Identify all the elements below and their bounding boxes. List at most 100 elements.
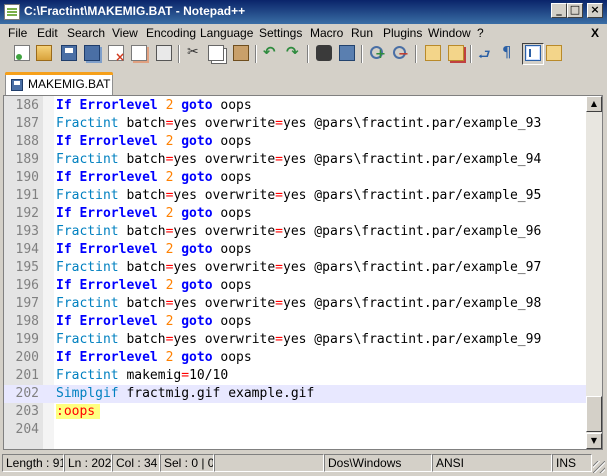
window-title: C:\Fractint\MAKEMIG.BAT - Notepad++ [24, 4, 246, 18]
cut-icon[interactable] [186, 44, 202, 61]
command: Fractint [56, 188, 119, 203]
menu-file[interactable]: File [8, 26, 27, 40]
code-line[interactable]: 195 Fractint batch=yes overwrite=yes @par… [4, 259, 586, 277]
menu-settings[interactable]: Settings [259, 26, 302, 40]
menu-encoding[interactable]: Encoding [146, 26, 196, 40]
code-line[interactable]: 203:oops [4, 403, 586, 421]
line-number: 192 [15, 206, 39, 221]
line-number: 190 [15, 170, 39, 185]
code-line[interactable]: 188 If Errorlevel 2 goto oops [4, 133, 586, 151]
code-line[interactable]: 202 Simplgif fractmig.gif example.gif [4, 385, 586, 403]
menu-macro[interactable]: Macro [310, 26, 343, 40]
scroll-up-arrow-icon[interactable]: ▲ [586, 96, 602, 112]
scroll-down-arrow-icon[interactable]: ▼ [586, 433, 602, 449]
operator: = [275, 188, 283, 203]
vertical-scrollbar[interactable]: ▲ ▼ [586, 96, 602, 449]
menu-language[interactable]: Language [200, 26, 253, 40]
identifier: oops [220, 170, 252, 185]
code-line[interactable]: 186 If Errorlevel 2 goto oops [4, 97, 586, 115]
status-eol-format: Dos\Windows [324, 454, 432, 472]
line-number: 199 [15, 332, 39, 347]
sync-horizontal-icon[interactable] [448, 45, 464, 61]
number: 2 [165, 206, 174, 221]
replace-icon[interactable] [339, 45, 355, 61]
code-line[interactable]: 204 [4, 421, 586, 439]
argument: yes @pars\fractint.par/example_94 [283, 152, 542, 167]
status-insert-mode: INS [552, 454, 592, 472]
sync-vertical-icon[interactable] [425, 45, 441, 61]
editor[interactable]: 186 If Errorlevel 2 goto oops 187 Fractint … [3, 95, 603, 450]
close-window-button[interactable]: × [587, 3, 603, 18]
code-line[interactable]: 193 Fractint batch=yes overwrite=yes @par… [4, 223, 586, 241]
code-text: Fractint batch=yes overwrite=yes @pars\f… [56, 115, 541, 133]
code-line[interactable]: 189 Fractint batch=yes overwrite=yes @par… [4, 151, 586, 169]
menu-run[interactable]: Run [351, 26, 373, 40]
new-file-icon[interactable] [14, 45, 30, 61]
print-icon[interactable] [156, 45, 172, 61]
code-text: If Errorlevel 2 goto oops [56, 241, 252, 259]
code-line[interactable]: 192 If Errorlevel 2 goto oops [4, 205, 586, 223]
save-icon[interactable] [61, 45, 77, 61]
code-line[interactable]: 197 Fractint batch=yes overwrite=yes @par… [4, 295, 586, 313]
menu-search[interactable]: Search [67, 26, 105, 40]
close-all-icon[interactable] [131, 45, 147, 61]
code-line[interactable]: 196 If Errorlevel 2 goto oops [4, 277, 586, 295]
line-number: 186 [15, 98, 39, 113]
code-text: Fractint batch=yes overwrite=yes @pars\f… [56, 259, 541, 277]
keyword: If Errorlevel [56, 206, 158, 221]
menu-help[interactable]: ? [477, 26, 484, 40]
keyword: If Errorlevel [56, 278, 158, 293]
keyword: If Errorlevel [56, 98, 158, 113]
line-number: 189 [15, 152, 39, 167]
resize-grip[interactable] [593, 461, 605, 473]
maximize-button[interactable]: □ [567, 3, 583, 18]
zoom-out-icon[interactable] [393, 46, 409, 62]
keyword: If Errorlevel [56, 314, 158, 329]
argument: batch [126, 260, 166, 275]
find-icon[interactable] [316, 45, 332, 61]
code-line[interactable]: 200 If Errorlevel 2 goto oops [4, 349, 586, 367]
tab-makemig-bat[interactable]: MAKEMIG.BAT [5, 72, 113, 95]
show-all-chars-icon[interactable] [499, 43, 515, 61]
close-document-button[interactable]: X [591, 26, 599, 40]
line-number: 197 [15, 296, 39, 311]
code-line[interactable]: 201 Fractint makemig=10/10 [4, 367, 586, 385]
paste-icon[interactable] [233, 45, 249, 61]
code-line[interactable]: 198 If Errorlevel 2 goto oops [4, 313, 586, 331]
zoom-in-icon[interactable] [370, 46, 386, 62]
toolbar-separator [470, 45, 471, 63]
code-line[interactable]: 199 Fractint batch=yes overwrite=yes @par… [4, 331, 586, 349]
toolbar-separator [307, 45, 308, 63]
code-text: If Errorlevel 2 goto oops [56, 133, 252, 151]
close-icon[interactable] [108, 45, 125, 64]
toolbar-separator [361, 45, 362, 63]
argument: yes overwrite [173, 116, 276, 131]
undo-icon[interactable] [262, 43, 278, 61]
indent-guide-icon[interactable] [525, 45, 541, 61]
redo-icon[interactable] [285, 43, 301, 61]
code-line[interactable]: 190 If Errorlevel 2 goto oops [4, 169, 586, 187]
minimize-button[interactable]: _ [551, 3, 567, 18]
identifier: oops [220, 242, 252, 257]
identifier: oops [220, 98, 252, 113]
scroll-thumb[interactable] [586, 396, 602, 432]
command: Fractint [56, 296, 119, 311]
menu-edit[interactable]: Edit [37, 26, 58, 40]
open-file-icon[interactable] [36, 45, 52, 61]
save-all-icon[interactable] [84, 45, 100, 61]
identifier: oops [220, 350, 252, 365]
toolbar-separator [178, 45, 179, 63]
word-wrap-icon[interactable] [478, 44, 494, 68]
line-number: 198 [15, 314, 39, 329]
copy-icon[interactable] [208, 45, 224, 61]
argument: batch [126, 332, 166, 347]
code-line[interactable]: 191 Fractint batch=yes overwrite=yes @par… [4, 187, 586, 205]
status-spacer [214, 454, 324, 472]
menu-window[interactable]: Window [428, 26, 471, 40]
menu-plugins[interactable]: Plugins [383, 26, 422, 40]
menu-view[interactable]: View [112, 26, 138, 40]
code-line[interactable]: 194 If Errorlevel 2 goto oops [4, 241, 586, 259]
argument: yes @pars\fractint.par/example_95 [283, 188, 542, 203]
document-map-icon[interactable] [546, 45, 562, 61]
code-line[interactable]: 187 Fractint batch=yes overwrite=yes @par… [4, 115, 586, 133]
